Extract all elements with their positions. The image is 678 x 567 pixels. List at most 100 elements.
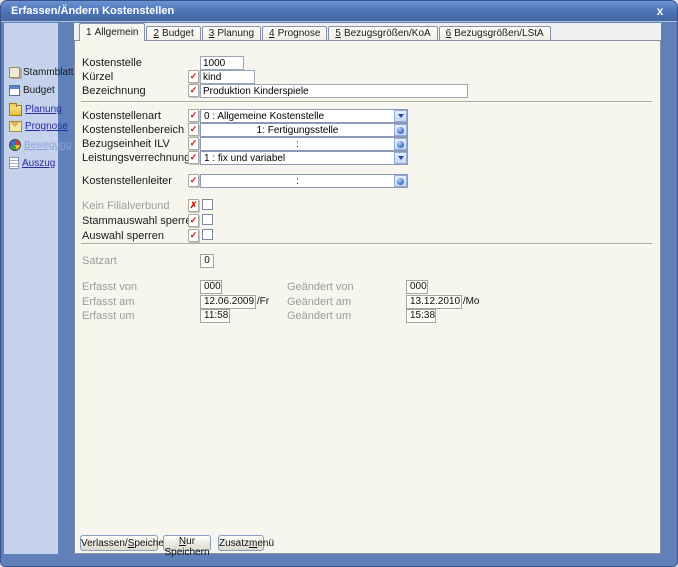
kuerzel-label: Kürzel: [82, 71, 113, 83]
title-bar: Erfassen/Ändern Kostenstellen x: [1, 1, 677, 22]
sidebar-item-label: Planung: [25, 104, 62, 115]
tab-bezugsgroessen-lsta[interactable]: 6Bezugsgrößen/LStA: [439, 26, 551, 41]
geaendert-am-value: 13.12.2010 /Mo: [406, 295, 462, 309]
kostenstellenbereich-label: Kostenstellenbereich: [82, 124, 184, 136]
bezeichnung-input[interactable]: [200, 84, 468, 98]
auswahl-sperren-checkbox[interactable]: [202, 229, 213, 240]
sidebar-item-prognose[interactable]: Prognose: [9, 121, 68, 132]
tab-mnemonic: 5: [335, 28, 341, 39]
field-check-icon: ✓: [188, 123, 199, 136]
bezeichnung-label: Bezeichnung: [82, 85, 146, 97]
stammauswahl-sperren-label: Stammauswahl sperren: [82, 215, 198, 227]
tab-allgemein[interactable]: 1Allgemein: [79, 23, 145, 41]
selected-value: 1 : fix und variabel: [201, 153, 394, 164]
geaendert-von-label: Geändert von: [287, 281, 354, 293]
section-divider: [81, 243, 652, 245]
tab-mnemonic: 1: [86, 27, 92, 38]
selected-value: :: [201, 176, 394, 187]
sidebar-item-auszug[interactable]: Auszug: [9, 157, 55, 169]
field-check-icon: ✓: [188, 174, 199, 187]
tab-strip: 1Allgemein 2Budget 3Planung 4Prognose 5B…: [74, 23, 661, 41]
zusatzmenu-button[interactable]: Zusatzmenü: [218, 535, 264, 551]
tab-planung[interactable]: 3Planung: [202, 26, 261, 41]
dropdown-arrow-icon[interactable]: [394, 110, 407, 122]
sidebar-item-stammblatt[interactable]: Stammblatt: [9, 67, 74, 78]
selected-value: 0 : Allgemeine Kostenstelle: [201, 111, 394, 122]
erfasst-um-label: Erfasst um: [82, 310, 135, 322]
leistungsverrechnung-select[interactable]: 1 : fix und variabel: [200, 151, 408, 165]
sidebar-item-label: Stammblatt: [23, 67, 74, 78]
field-cross-icon: ✗: [188, 199, 199, 212]
window-title: Erfassen/Ändern Kostenstellen: [11, 5, 174, 17]
geaendert-am-label: Geändert am: [287, 296, 351, 308]
sidebar-item-budget[interactable]: Budget: [9, 85, 55, 96]
form-panel: Kostenstelle Kürzel ✓ Bezeichnung ✓ Kost…: [74, 40, 661, 554]
envelope-icon: [9, 121, 22, 132]
field-check-icon: ✓: [188, 214, 199, 227]
erfasst-von-value: 000: [200, 280, 222, 294]
field-check-icon: ✓: [188, 229, 199, 242]
verlassen-speichern-button[interactable]: Verlassen/Speichern: [80, 535, 158, 551]
kein-filialverbund-label: Kein Filialverbund: [82, 200, 169, 212]
tab-label: Bezugsgrößen/KoA: [344, 28, 431, 39]
budget-icon: [9, 85, 20, 96]
nur-speichern-button[interactable]: Nur Speichern: [163, 535, 211, 551]
sidebar-item-label: Bewegung: [24, 140, 71, 151]
geaendert-von-value: 000: [406, 280, 428, 294]
tab-label: Prognose: [278, 28, 321, 39]
kein-filialverbund-checkbox[interactable]: [202, 199, 213, 210]
sidebar-item-label: Prognose: [25, 121, 68, 132]
tab-label: Bezugsgrößen/LStA: [454, 28, 544, 39]
erfasst-am-label: Erfasst am: [82, 296, 135, 308]
kostenstellenart-select[interactable]: 0 : Allgemeine Kostenstelle: [200, 109, 408, 123]
tab-prognose[interactable]: 4Prognose: [262, 26, 327, 41]
erfasst-am-value: 12.06.2009 /Fr: [200, 295, 256, 309]
lookup-sphere-icon[interactable]: [394, 175, 407, 187]
field-check-icon: ✓: [188, 137, 199, 150]
bezugseinheit-ilv-label: Bezugseinheit ILV: [82, 138, 170, 150]
sidebar-item-label: Auszug: [22, 158, 55, 169]
kostenstelle-label: Kostenstelle: [82, 57, 142, 69]
erfasst-von-label: Erfasst von: [82, 281, 137, 293]
field-check-icon: ✓: [188, 84, 199, 97]
tab-mnemonic: 2: [153, 28, 159, 39]
kostenstellenleiter-select[interactable]: :: [200, 174, 408, 188]
field-check-icon: ✓: [188, 151, 199, 164]
sidebar: Stammblatt Budget Planung Prognose Beweg…: [4, 23, 58, 554]
tab-label: Allgemein: [95, 27, 139, 38]
close-icon[interactable]: x: [653, 4, 667, 18]
tab-label: Planung: [217, 28, 254, 39]
tab-bezugsgroessen-koa[interactable]: 5Bezugsgrößen/KoA: [328, 26, 437, 41]
section-divider: [81, 101, 652, 103]
satzart-value: 0: [200, 254, 214, 268]
kostenstellenbereich-select[interactable]: 1: Fertigungsstelle: [200, 123, 408, 137]
stammauswahl-sperren-checkbox[interactable]: [202, 214, 213, 225]
erfasst-um-value: 11:58: [200, 309, 230, 323]
geaendert-um-label: Geändert um: [287, 310, 351, 322]
leistungsverrechnung-label: Leistungsverrechnung: [82, 152, 190, 164]
field-check-icon: ✓: [188, 70, 199, 83]
tab-label: Budget: [162, 28, 194, 39]
lookup-sphere-icon[interactable]: [394, 124, 407, 136]
app-window: Erfassen/Ändern Kostenstellen x Stammbla…: [0, 0, 678, 567]
geaendert-um-value: 15:38: [406, 309, 436, 323]
bezugseinheit-ilv-select[interactable]: :: [200, 137, 408, 151]
auswahl-sperren-label: Auswahl sperren: [82, 230, 164, 242]
tab-budget[interactable]: 2Budget: [146, 26, 200, 41]
sidebar-item-planung[interactable]: Planung: [9, 103, 62, 116]
sheet-icon: [9, 67, 20, 78]
tab-mnemonic: 4: [269, 28, 275, 39]
sidebar-item-label: Budget: [23, 85, 55, 96]
sidebar-item-bewegung[interactable]: Bewegung: [9, 139, 71, 151]
document-icon: [9, 157, 19, 169]
dropdown-arrow-icon[interactable]: [394, 152, 407, 164]
kuerzel-input[interactable]: [200, 70, 255, 84]
tab-mnemonic: 3: [209, 28, 215, 39]
folder-icon: [9, 105, 22, 116]
field-check-icon: ✓: [188, 109, 199, 122]
kostenstellenleiter-label: Kostenstellenleiter: [82, 175, 172, 187]
lookup-sphere-icon[interactable]: [394, 138, 407, 150]
kostenstellenart-label: Kostenstellenart: [82, 110, 161, 122]
kostenstelle-input[interactable]: [200, 56, 244, 70]
selected-value: :: [201, 139, 394, 150]
